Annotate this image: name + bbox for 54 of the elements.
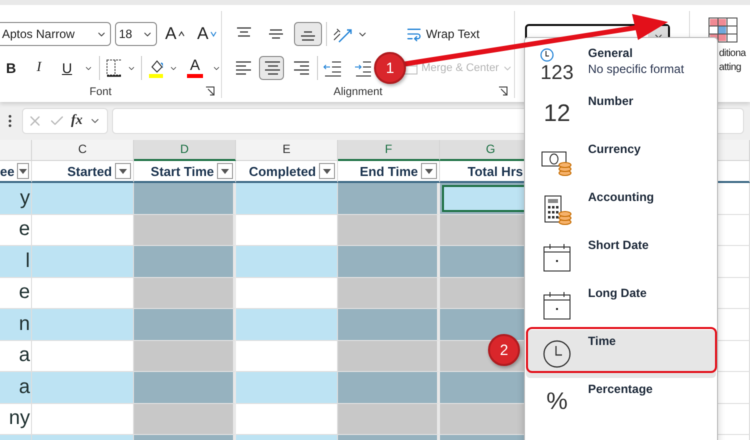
wrap-text-icon [406,26,422,42]
table-cell: a [0,340,32,372]
table-cell: e [0,278,32,309]
font-name-field[interactable]: Aptos Narrow [0,22,111,46]
filter-button[interactable] [421,163,437,179]
caret-icon [19,168,28,174]
conditional-formatting-icon[interactable] [708,17,738,43]
group-title: Alignment [332,86,384,98]
conditional-formatting-label[interactable]: atting [719,61,750,75]
filter-button[interactable] [115,163,131,179]
font-size-field[interactable]: 18 [114,22,158,46]
column-header[interactable]: C [32,140,134,161]
bold-button[interactable]: B [0,56,22,80]
table-cell: l [0,246,32,278]
group-title: Font [88,86,112,98]
increase-font-size-button[interactable]: A [161,22,190,46]
wrap-text-button[interactable]: Wrap Text [402,24,484,44]
table-cell: e [0,214,32,246]
calendar-icon [542,243,572,273]
fill-color-icon[interactable] [148,58,163,78]
clock-icon [542,339,572,369]
menu-item[interactable]: Time [526,330,716,378]
table-cell: a [0,372,32,404]
number-icon: 12 [544,102,570,126]
percentage-icon: % [546,390,568,414]
clock-icon [540,48,554,62]
column-header[interactable]: E [236,140,338,161]
calendar-icon [542,291,572,321]
column-header[interactable]: D [134,140,236,161]
dialog-launcher-icon[interactable] [498,86,508,96]
filter-button[interactable] [217,163,233,179]
font-color-button[interactable]: A [184,55,206,81]
caret-icon [323,168,331,174]
filter-button[interactable] [17,163,29,179]
up-caret-icon [178,31,186,37]
table-cell: ny [0,404,32,435]
filter-button[interactable] [319,163,335,179]
conditional-formatting-label[interactable]: ditiona [719,47,750,61]
caret-icon [425,168,433,174]
underline-button[interactable]: U [56,56,78,80]
italic-button[interactable]: I [28,56,50,80]
down-caret-icon [210,31,217,37]
borders-icon[interactable] [106,59,120,77]
column-header[interactable]: F [338,140,440,161]
caret-icon [119,168,127,174]
number-format-icon: 123 [540,63,574,83]
insert-function-button[interactable]: fx [71,113,83,129]
decrease-font-size-button[interactable]: A [193,22,221,46]
horizontal-align-button[interactable] [259,56,284,80]
caret-icon [221,168,229,174]
dialog-launcher-icon[interactable] [205,86,215,96]
table-cell: y [0,183,32,214]
table-cell: n [0,309,32,340]
vertical-align-button[interactable] [294,22,322,46]
